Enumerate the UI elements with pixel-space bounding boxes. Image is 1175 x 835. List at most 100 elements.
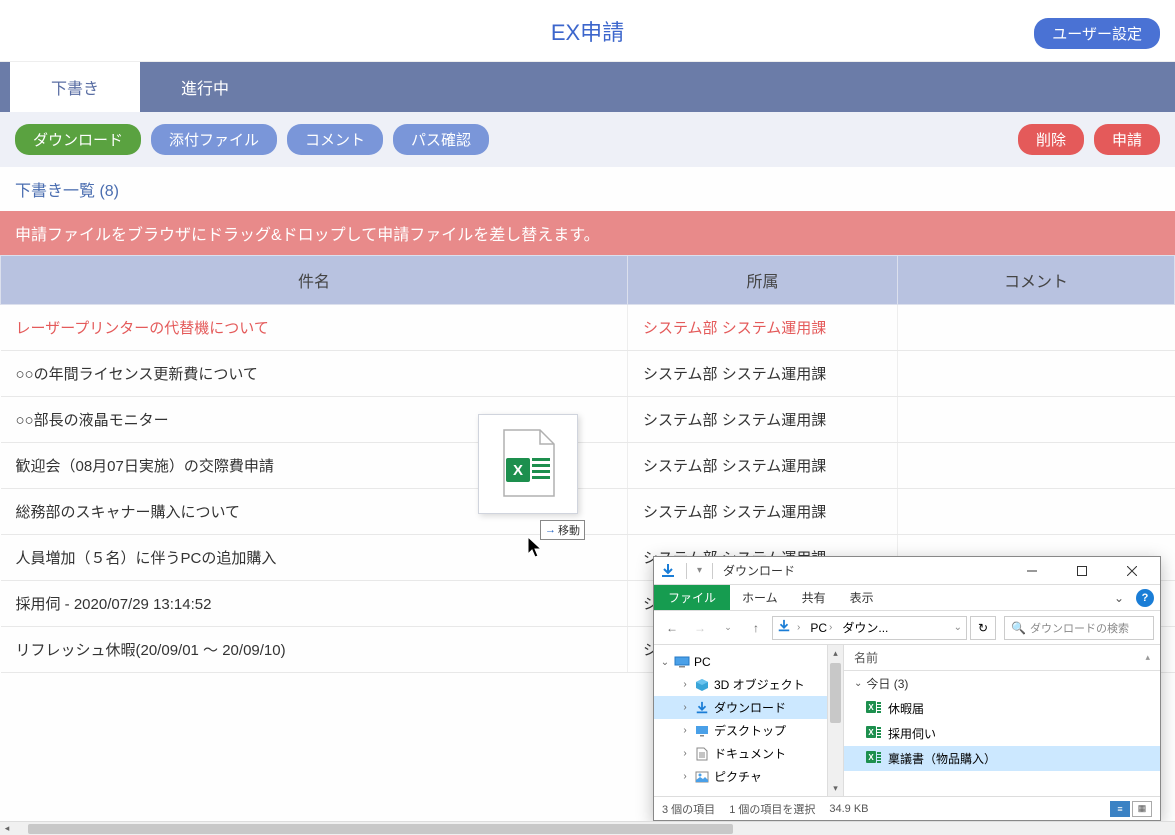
menu-home[interactable]: ホーム	[730, 585, 790, 610]
page-horizontal-scrollbar[interactable]: ◂	[0, 821, 1175, 835]
minimize-button[interactable]	[1010, 557, 1054, 585]
tab-draft[interactable]: 下書き	[10, 62, 140, 112]
cell-dept: システム部 システム運用課	[628, 351, 898, 397]
download-icon	[694, 700, 710, 716]
drag-file-ghost: X	[478, 414, 578, 514]
help-button[interactable]: ?	[1136, 589, 1154, 607]
tab-in-progress[interactable]: 進行中	[140, 62, 270, 112]
file-explorer-window: ▾ ダウンロード ファイル ホーム 共有 表示 ⌄ ? ← → ⌄ ↑ › PC…	[653, 556, 1161, 821]
tree-pc[interactable]: ⌄ PC	[654, 651, 843, 673]
tree-desktop[interactable]: › デスクトップ	[654, 719, 843, 742]
chevron-down-icon: ⌄	[854, 678, 862, 689]
drag-tooltip-label: 移動	[558, 522, 580, 538]
maximize-button[interactable]	[1060, 557, 1104, 585]
svg-text:X: X	[513, 462, 523, 479]
excel-icon: X	[866, 724, 882, 743]
explorer-titlebar[interactable]: ▾ ダウンロード	[654, 557, 1160, 585]
column-header-name[interactable]: 名前 ▴	[844, 645, 1160, 671]
close-button[interactable]	[1110, 557, 1154, 585]
view-details-button[interactable]: ≡	[1110, 801, 1130, 817]
table-row[interactable]: 歓迎会（08月07日実施）の交際費申請システム部 システム運用課	[1, 443, 1175, 489]
file-name: 休暇届	[888, 700, 924, 717]
chevron-down-icon[interactable]: ⌄	[660, 657, 670, 668]
scroll-down-icon[interactable]: ▾	[828, 780, 843, 796]
tree-pictures[interactable]: › ピクチャ	[654, 765, 843, 788]
explorer-navbar: ← → ⌄ ↑ › PC› ダウン... ⌄ ↻ 🔍 ダウンロードの検索	[654, 611, 1160, 645]
scroll-up-icon[interactable]: ▴	[828, 645, 843, 661]
chevron-right-icon[interactable]: ›	[680, 748, 690, 759]
menu-file[interactable]: ファイル	[654, 585, 730, 610]
file-name: 採用伺い	[888, 725, 936, 742]
cell-subject[interactable]: ○○の年間ライセンス更新費について	[1, 351, 628, 397]
col-subject[interactable]: 件名	[1, 256, 628, 305]
scroll-thumb[interactable]	[830, 663, 841, 723]
excel-icon: X	[866, 749, 882, 768]
file-row[interactable]: X稟議書（物品購入）	[844, 746, 1160, 771]
explorer-file-list: 名前 ▴ ⌄ 今日 (3) X休暇届X採用伺いX稟議書（物品購入）	[844, 645, 1160, 796]
dropzone-banner: 申請ファイルをブラウザにドラッグ&ドロップして申請ファイルを差し替えます。	[0, 211, 1175, 255]
menu-share[interactable]: 共有	[790, 585, 838, 610]
col-dept[interactable]: 所属	[628, 256, 898, 305]
scroll-thumb[interactable]	[28, 824, 733, 834]
search-placeholder: ダウンロードの検索	[1030, 620, 1129, 636]
sort-indicator-icon: ▴	[1145, 652, 1150, 663]
chevron-right-icon[interactable]: ›	[680, 702, 690, 713]
desktop-icon	[694, 723, 710, 739]
chevron-right-icon[interactable]: ›	[680, 725, 690, 736]
breadcrumb-path[interactable]: › PC› ダウン... ⌄	[772, 616, 967, 640]
table-row[interactable]: レーザープリンターの代替機についてシステム部 システム運用課	[1, 305, 1175, 351]
nav-recent-dropdown[interactable]: ⌄	[716, 616, 740, 640]
menu-view[interactable]: 表示	[838, 585, 886, 610]
scroll-left-icon[interactable]: ◂	[0, 823, 14, 834]
objects3d-icon	[694, 677, 710, 693]
crumb-downloads[interactable]: ダウン...	[838, 619, 892, 636]
tree-documents[interactable]: › ドキュメント	[654, 742, 843, 765]
col-comment[interactable]: コメント	[898, 256, 1175, 305]
explorer-title: ダウンロード	[723, 562, 1004, 579]
table-row[interactable]: 総務部のスキャナー購入についてシステム部 システム運用課	[1, 489, 1175, 535]
explorer-tree: ⌄ PC › 3D オブジェクト › ダウンロード › デスクトップ ›	[654, 645, 844, 796]
delete-button[interactable]: 削除	[1018, 124, 1084, 155]
ribbon-expand-icon[interactable]: ⌄	[1108, 591, 1130, 605]
svg-text:X: X	[868, 728, 874, 737]
comment-button[interactable]: コメント	[287, 124, 383, 155]
refresh-button[interactable]: ↻	[970, 616, 996, 640]
chevron-right-icon[interactable]: ›	[680, 771, 690, 782]
excel-file-icon: X	[498, 428, 558, 500]
download-button[interactable]: ダウンロード	[15, 124, 141, 155]
chevron-right-icon[interactable]: ›	[680, 679, 690, 690]
cell-dept: システム部 システム運用課	[628, 305, 898, 351]
status-size: 34.9 KB	[829, 803, 868, 815]
cell-subject[interactable]: リフレッシュ休暇(20/09/01 ～ 20/09/10)	[1, 627, 628, 673]
tree-3d-objects[interactable]: › 3D オブジェクト	[654, 673, 843, 696]
quickaccess-dropdown-icon[interactable]: ▾	[697, 565, 702, 576]
cell-comment	[898, 489, 1175, 535]
tree-scrollbar[interactable]: ▴ ▾	[827, 645, 843, 796]
cell-subject[interactable]: レーザープリンターの代替機について	[1, 305, 628, 351]
nav-up-button[interactable]: ↑	[744, 616, 768, 640]
search-input[interactable]: 🔍 ダウンロードの検索	[1004, 616, 1154, 640]
nav-forward-button[interactable]: →	[688, 616, 712, 640]
table-row[interactable]: ○○の年間ライセンス更新費についてシステム部 システム運用課	[1, 351, 1175, 397]
breadcrumb-dropdown-icon[interactable]: ⌄	[954, 622, 962, 633]
app-header: EX申請 ユーザー設定	[0, 0, 1175, 62]
cell-subject[interactable]: 採用伺 - 2020/07/29 13:14:52	[1, 581, 628, 627]
file-group-today[interactable]: ⌄ 今日 (3)	[844, 671, 1160, 696]
pictures-icon	[694, 769, 710, 785]
attachment-button[interactable]: 添付ファイル	[151, 124, 277, 155]
download-folder-icon	[660, 563, 676, 579]
file-row[interactable]: X 採用伺い	[844, 721, 1160, 746]
tree-downloads[interactable]: › ダウンロード	[654, 696, 843, 719]
table-row[interactable]: ○○部長の液晶モニターシステム部 システム運用課	[1, 397, 1175, 443]
user-settings-button[interactable]: ユーザー設定	[1034, 18, 1160, 49]
apply-button[interactable]: 申請	[1094, 124, 1160, 155]
nav-back-button[interactable]: ←	[660, 616, 684, 640]
cell-dept: システム部 システム運用課	[628, 489, 898, 535]
file-row[interactable]: X休暇届	[844, 696, 1160, 721]
explorer-menubar: ファイル ホーム 共有 表示 ⌄ ?	[654, 585, 1160, 611]
cell-dept: システム部 システム運用課	[628, 443, 898, 489]
view-icons-button[interactable]: ▦	[1132, 801, 1152, 817]
pc-icon	[674, 654, 690, 670]
path-check-button[interactable]: パス確認	[393, 124, 489, 155]
crumb-pc[interactable]: PC›	[806, 621, 836, 635]
